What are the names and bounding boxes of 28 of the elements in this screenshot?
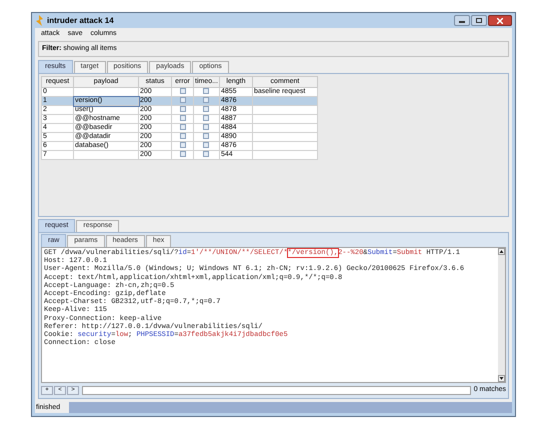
checkbox[interactable] [180,115,186,122]
table-cell [74,150,138,160]
checkbox[interactable] [203,97,210,104]
checkbox[interactable] [180,106,186,112]
checkbox[interactable] [203,151,210,158]
checkbox[interactable] [203,106,210,112]
maximize-button[interactable] [471,15,487,26]
search-field[interactable] [82,386,471,394]
checkbox[interactable] [203,133,210,140]
window-title: intruder attack 14 [47,14,114,26]
checkbox[interactable] [180,124,186,130]
checkbox[interactable] [180,133,186,140]
checkbox[interactable] [180,88,186,94]
close-icon [497,18,503,24]
table-cell [252,150,318,160]
checkbox[interactable] [180,151,186,158]
close-button[interactable] [488,15,512,26]
checkbox[interactable] [203,115,210,122]
checkbox[interactable] [203,142,210,148]
checkbox[interactable] [203,88,210,94]
app-icon [35,15,44,26]
checkbox[interactable] [180,97,186,104]
minimize-icon [459,21,465,23]
vertical-scrollbar[interactable] [498,248,505,382]
minimize-button[interactable] [454,15,470,26]
checkbox[interactable] [203,124,210,130]
maximize-icon [476,18,482,23]
checkbox[interactable] [180,142,186,148]
